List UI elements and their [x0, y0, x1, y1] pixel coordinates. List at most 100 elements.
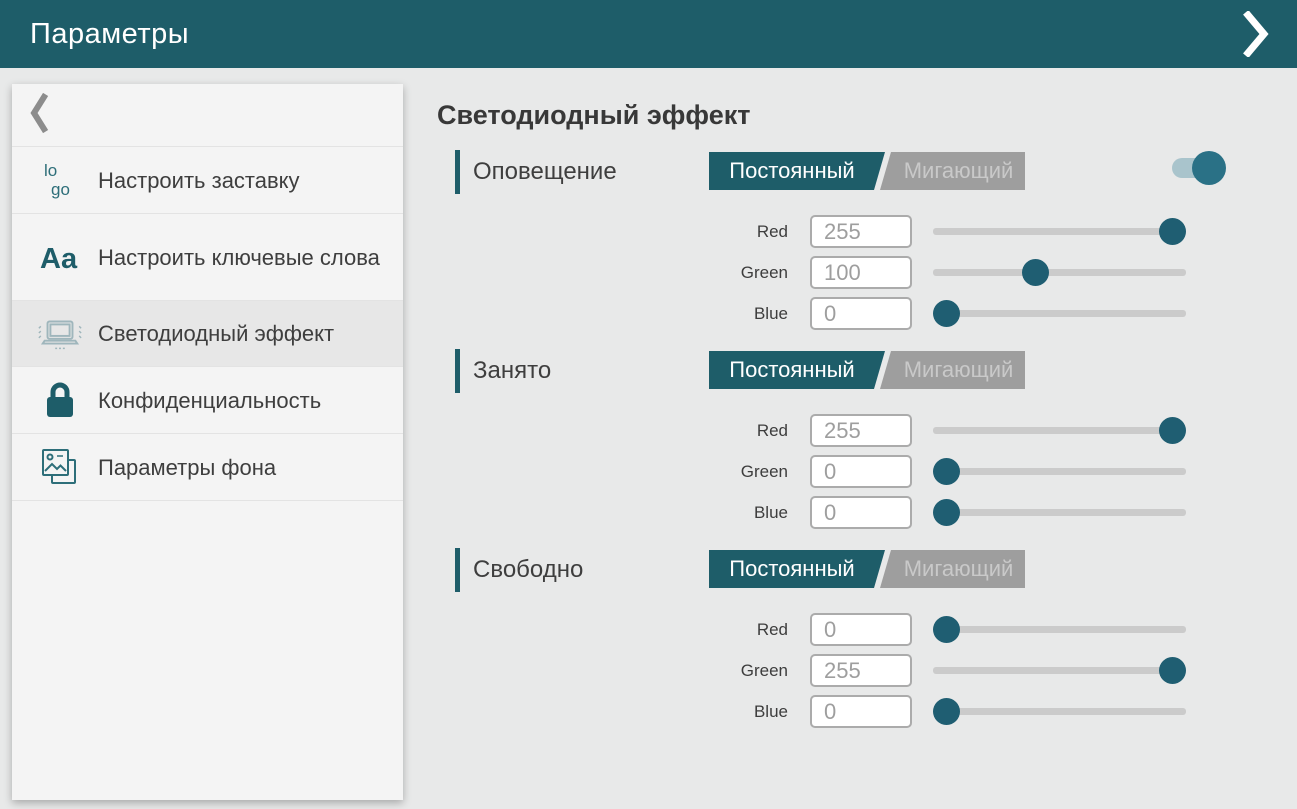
blue-row: Blue: [437, 297, 1297, 330]
slider-thumb[interactable]: [1159, 417, 1186, 444]
blue-input[interactable]: [810, 496, 912, 529]
section-accent-bar: [455, 548, 460, 592]
sidebar-item-label: Параметры фона: [98, 454, 276, 481]
section-header: Свободно Постоянный Мигающий: [437, 547, 1297, 592]
sidebar-back-button[interactable]: [12, 84, 403, 147]
blue-slider[interactable]: [933, 695, 1186, 728]
slider-track: [933, 468, 1186, 475]
slider-thumb[interactable]: [933, 499, 960, 526]
sidebar-item-splash-screen[interactable]: lo go Настроить заставку: [12, 147, 403, 214]
rgb-rows: Red Green Blue: [437, 414, 1297, 529]
green-row: Green: [437, 455, 1297, 488]
chevron-left-icon: [29, 93, 49, 138]
rgb-rows: Red Green Blue: [437, 613, 1297, 728]
section-header: Оповещение Постоянный Мигающий: [437, 149, 1297, 194]
red-row: Red: [437, 215, 1297, 248]
red-row: Red: [437, 613, 1297, 646]
slider-thumb[interactable]: [933, 300, 960, 327]
svg-text:Aa: Aa: [40, 243, 78, 275]
sidebar-item-background[interactable]: Параметры фона: [12, 434, 403, 501]
section-title: Свободно: [473, 556, 583, 584]
red-label: Red: [437, 620, 788, 640]
slider-track: [933, 310, 1186, 317]
sidebar-item-label: Светодиодный эффект: [98, 320, 334, 347]
blue-label: Blue: [437, 503, 788, 523]
red-slider[interactable]: [933, 215, 1186, 248]
lock-icon: [36, 380, 84, 420]
keywords-icon: Aa: [36, 239, 84, 275]
green-input[interactable]: [810, 654, 912, 687]
section-free: Свободно Постоянный Мигающий Red Green: [437, 547, 1297, 728]
blue-slider[interactable]: [933, 297, 1186, 330]
svg-text:lo: lo: [44, 161, 57, 180]
green-label: Green: [437, 263, 788, 283]
blue-row: Blue: [437, 695, 1297, 728]
green-slider[interactable]: [933, 256, 1186, 289]
red-slider[interactable]: [933, 613, 1186, 646]
app-title: Параметры: [30, 18, 189, 51]
slider-thumb[interactable]: [933, 458, 960, 485]
slider-thumb[interactable]: [1159, 657, 1186, 684]
mode-solid-button[interactable]: Постоянный: [709, 550, 885, 588]
green-input[interactable]: [810, 256, 912, 289]
red-slider[interactable]: [933, 414, 1186, 447]
slider-track: [933, 509, 1186, 516]
mode-blinking-button[interactable]: Мигающий: [880, 550, 1025, 588]
mode-solid-button[interactable]: Постоянный: [709, 351, 885, 389]
slider-track: [933, 708, 1186, 715]
slider-thumb[interactable]: [1159, 218, 1186, 245]
settings-page: lo go Настроить заставку Aa Настроить кл…: [0, 68, 1297, 809]
slider-thumb[interactable]: [933, 698, 960, 725]
green-label: Green: [437, 661, 788, 681]
sidebar-item-label: Настроить заставку: [98, 167, 300, 194]
mode-segmented-control: Постоянный Мигающий: [709, 351, 1025, 389]
sidebar-item-keywords[interactable]: Aa Настроить ключевые слова: [12, 214, 403, 301]
rgb-rows: Red Green Blue: [437, 215, 1297, 330]
section-accent-bar: [455, 150, 460, 194]
blue-row: Blue: [437, 496, 1297, 529]
green-row: Green: [437, 654, 1297, 687]
sidebar: lo go Настроить заставку Aa Настроить кл…: [12, 84, 403, 800]
blue-label: Blue: [437, 702, 788, 722]
red-row: Red: [437, 414, 1297, 447]
svg-text:go: go: [51, 180, 70, 199]
mode-solid-button[interactable]: Постоянный: [709, 152, 885, 190]
red-input[interactable]: [810, 414, 912, 447]
blue-label: Blue: [437, 304, 788, 324]
sidebar-item-label: Конфиденциальность: [98, 387, 321, 414]
slider-track: [933, 269, 1186, 276]
sidebar-item-led-effect[interactable]: Светодиодный эффект: [12, 301, 403, 367]
slider-thumb[interactable]: [1022, 259, 1049, 286]
red-label: Red: [437, 421, 788, 441]
led-effect-panel: Светодиодный эффект Оповещение Постоянны…: [437, 68, 1297, 809]
mode-blinking-button[interactable]: Мигающий: [880, 152, 1025, 190]
red-input[interactable]: [810, 215, 912, 248]
sidebar-item-privacy[interactable]: Конфиденциальность: [12, 367, 403, 434]
toggle-knob: [1192, 151, 1226, 185]
blue-slider[interactable]: [933, 496, 1186, 529]
blue-input[interactable]: [810, 297, 912, 330]
blue-input[interactable]: [810, 695, 912, 728]
green-slider[interactable]: [933, 654, 1186, 687]
section-accent-bar: [455, 349, 460, 393]
section-busy: Занято Постоянный Мигающий Red Green: [437, 348, 1297, 529]
slider-thumb[interactable]: [933, 616, 960, 643]
red-label: Red: [437, 222, 788, 242]
mode-blinking-button[interactable]: Мигающий: [880, 351, 1025, 389]
alert-toggle-switch[interactable]: [1172, 151, 1226, 185]
section-title: Оповещение: [473, 158, 617, 186]
mode-segmented-control: Постоянный Мигающий: [709, 550, 1025, 588]
green-input[interactable]: [810, 455, 912, 488]
section-header: Занято Постоянный Мигающий: [437, 348, 1297, 393]
slider-track: [933, 427, 1186, 434]
sidebar-item-label: Настроить ключевые слова: [98, 244, 380, 271]
green-row: Green: [437, 256, 1297, 289]
section-alert: Оповещение Постоянный Мигающий Red: [437, 149, 1297, 330]
green-label: Green: [437, 462, 788, 482]
monitor-icon: [36, 314, 84, 354]
red-input[interactable]: [810, 613, 912, 646]
slider-track: [933, 228, 1186, 235]
chevron-right-icon[interactable]: [1239, 10, 1273, 58]
logo-icon: lo go: [36, 158, 84, 202]
green-slider[interactable]: [933, 455, 1186, 488]
